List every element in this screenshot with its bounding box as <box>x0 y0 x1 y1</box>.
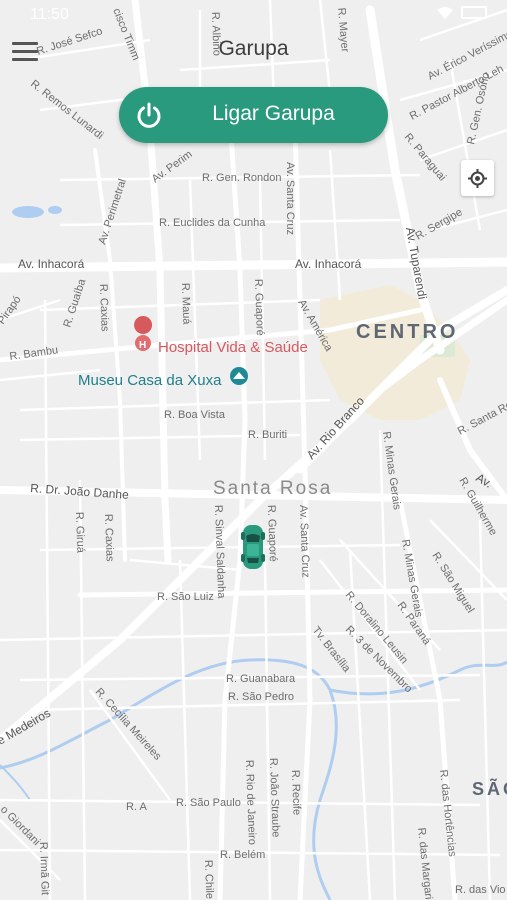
street-label: R. Guaporé <box>265 505 279 562</box>
top-bar: Garupa <box>0 28 507 76</box>
ligar-garupa-button[interactable]: Ligar Garupa <box>119 87 388 143</box>
street-label: R. Euclides da Cunha <box>159 217 266 229</box>
ligar-garupa-label: Ligar Garupa <box>212 102 335 125</box>
street-label: R. Guaporé <box>252 279 266 336</box>
street-label: R. São Luiz <box>157 591 214 603</box>
street-label: Av. Inhacorá <box>18 257 85 271</box>
car-icon[interactable] <box>240 522 266 572</box>
street-label: Av. Inhacorá <box>295 257 362 271</box>
wifi-icon <box>437 7 453 19</box>
svg-text:H: H <box>139 340 146 351</box>
street-label: R. Buriti <box>248 429 287 441</box>
battery-icon <box>461 6 487 19</box>
street-label: R. Belém <box>220 849 265 861</box>
page-title: Garupa <box>218 37 289 60</box>
street-label: R. Chile <box>202 860 215 900</box>
status-bar: 11:50 <box>0 0 507 28</box>
power-icon <box>137 102 161 128</box>
status-time: 11:50 <box>30 6 69 23</box>
street-label: R. São Pedro <box>228 691 294 703</box>
street-label: R. Guanabara <box>226 673 296 685</box>
street-label: Av. Santa Cruz <box>284 162 296 235</box>
map-label-centro: CENTRO <box>356 321 458 343</box>
street-label: R. Irmã Git <box>37 842 51 896</box>
street-label: R. Boa Vista <box>164 409 226 421</box>
app-screen: CENTRO Santa Rosa SÃO H Hospital Vida & … <box>0 0 507 900</box>
map-label-santa-rosa: Santa Rosa <box>213 478 332 499</box>
street-label: Av. Santa Cruz <box>297 505 312 578</box>
street-label: R. Caxias <box>102 514 116 563</box>
street-label: R. Caxias <box>97 284 111 333</box>
street-label: R. Giruá <box>73 512 86 554</box>
museum-label: Museu Casa da Xuxa <box>78 372 222 389</box>
street-label: R. São Paulo <box>176 797 241 809</box>
street-label: R. A <box>126 801 147 813</box>
hospital-label: Hospital Vida & Saúde <box>158 339 308 356</box>
crosshair-icon <box>468 169 487 188</box>
my-location-button[interactable] <box>461 160 494 196</box>
street-label: R. das Vio <box>455 884 506 896</box>
street-label: R. Gen. Rondon <box>202 172 282 184</box>
street-label: R. Mauá <box>179 283 192 326</box>
status-icons <box>437 6 487 20</box>
map-label-sao: SÃO <box>472 778 507 799</box>
street-label: R. Recife <box>289 770 303 816</box>
